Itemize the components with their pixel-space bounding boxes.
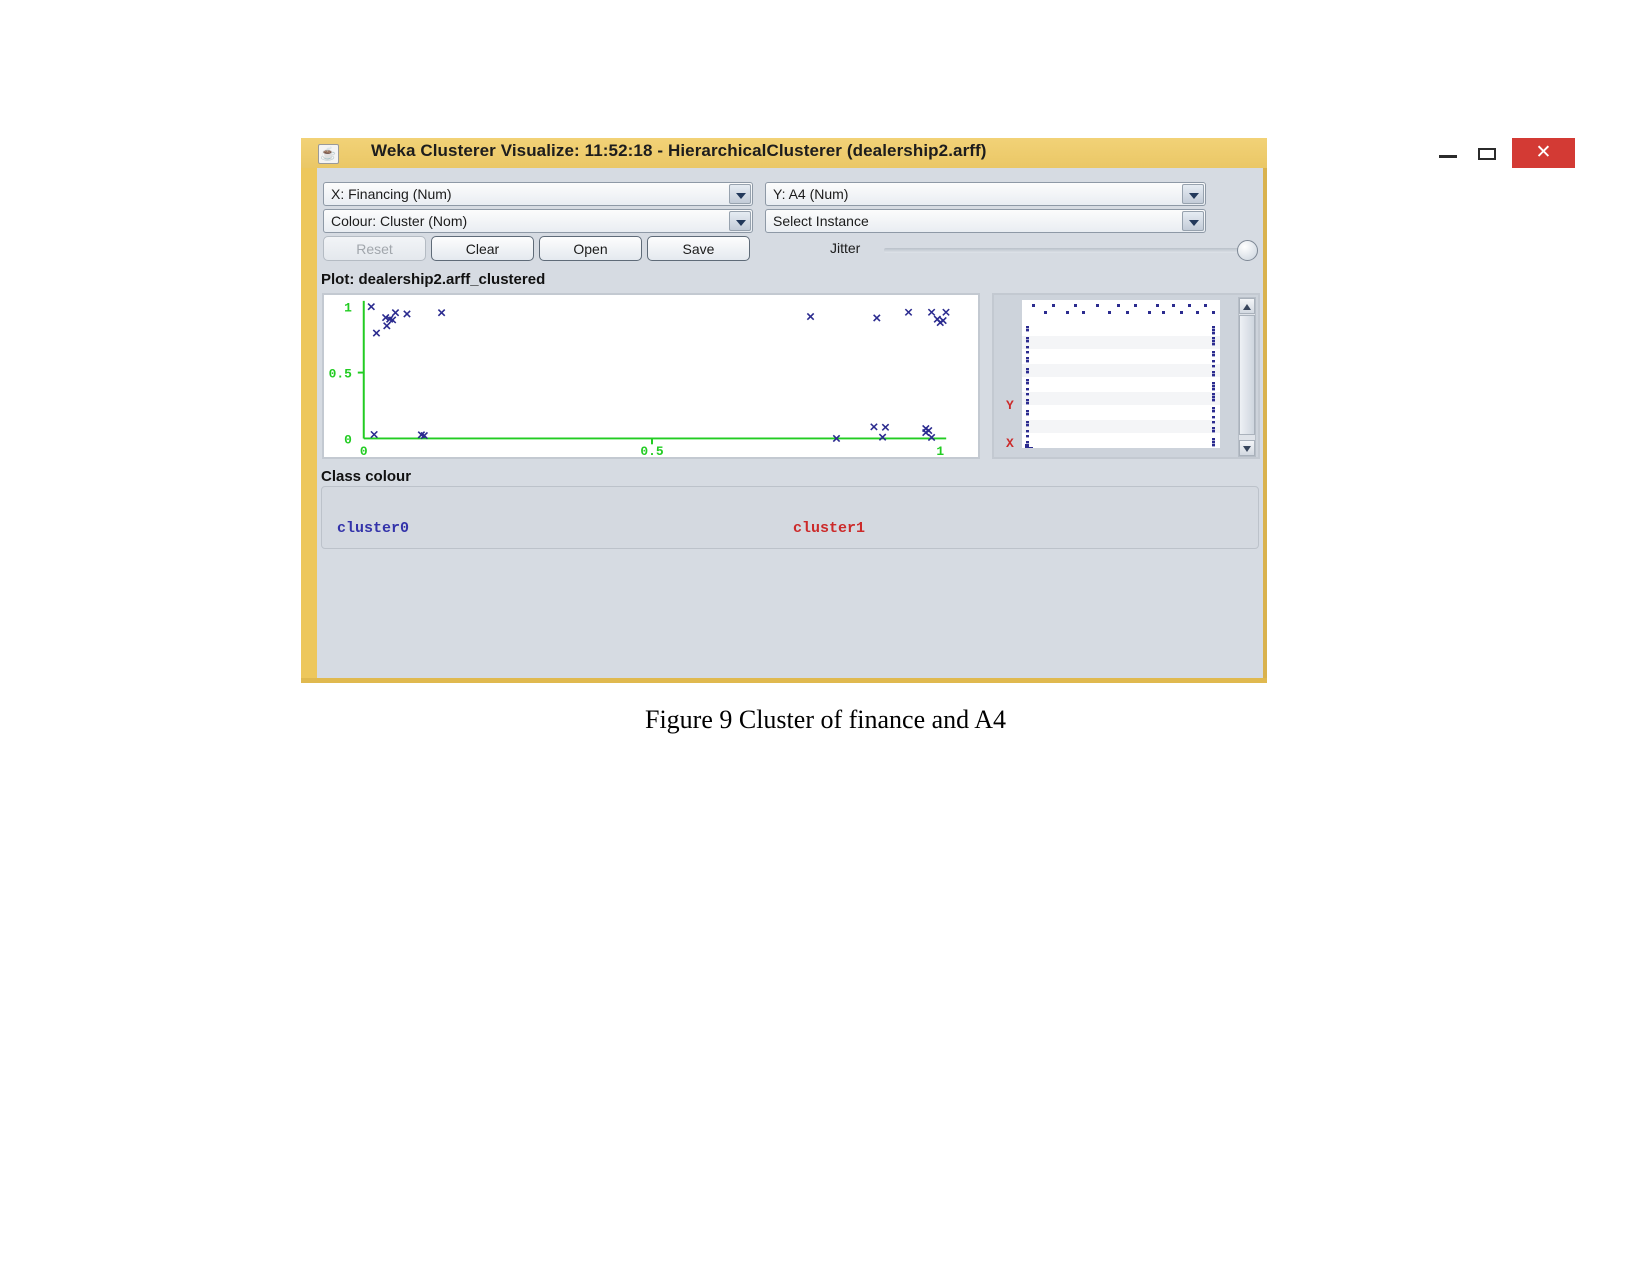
clear-button[interactable]: Clear xyxy=(431,236,534,261)
window-frame-right xyxy=(1263,164,1267,683)
y-axis-selector[interactable]: Y: A4 (Num) xyxy=(765,182,1206,206)
svg-text:0.5: 0.5 xyxy=(329,367,353,382)
svg-text:0: 0 xyxy=(344,432,352,447)
chevron-down-icon[interactable] xyxy=(1182,211,1204,231)
window-title: Weka Clusterer Visualize: 11:52:18 - Hie… xyxy=(371,141,987,160)
svg-text:1: 1 xyxy=(344,301,352,316)
x-axis-selector[interactable]: X: Financing (Num) xyxy=(323,182,753,206)
close-button[interactable]: ✕ xyxy=(1512,138,1575,168)
scrollbar-thumb[interactable] xyxy=(1239,315,1255,435)
jitter-label: Jitter xyxy=(830,240,861,256)
plot-title: Plot: dealership2.arff_clustered xyxy=(321,271,546,288)
chevron-down-icon[interactable] xyxy=(729,184,751,204)
scroll-down-icon[interactable] xyxy=(1239,440,1255,456)
scatter-plot-canvas: 0 0.5 1 0 0.5 1 xyxy=(329,301,950,457)
colour-selector[interactable]: Colour: Cluster (Nom) xyxy=(323,209,753,233)
instance-selector-label: Select Instance xyxy=(773,213,869,229)
attribute-panel-scrollbar[interactable] xyxy=(1238,297,1256,457)
svg-text:0: 0 xyxy=(360,444,368,457)
chevron-down-icon[interactable] xyxy=(729,211,751,231)
plot-area: 0 0.5 1 0 0.5 1 Y X xyxy=(320,290,1260,462)
close-icon: ✕ xyxy=(1535,141,1552,163)
figure-caption: Figure 9 Cluster of finance and A4 xyxy=(644,705,1007,734)
minimize-icon xyxy=(1439,155,1457,158)
scatter-plot[interactable]: 0 0.5 1 0 0.5 1 xyxy=(322,293,980,459)
attribute-strip-panel[interactable]: Y X xyxy=(992,293,1260,459)
class-colour-legend: cluster0 cluster1 xyxy=(321,486,1259,549)
save-button[interactable]: Save xyxy=(647,236,750,261)
legend-item-cluster1[interactable]: cluster1 xyxy=(793,520,865,537)
reset-button[interactable]: Reset xyxy=(323,236,426,261)
jitter-slider-track[interactable] xyxy=(884,248,1250,253)
y-axis-selector-label: Y: A4 (Num) xyxy=(773,186,849,202)
maximize-button[interactable] xyxy=(1469,138,1505,168)
title-bar: ☕ Weka Clusterer Visualize: 11:52:18 - H… xyxy=(301,138,1575,168)
x-attribute-marker: X xyxy=(1006,436,1014,451)
maximize-icon xyxy=(1478,148,1496,160)
chevron-down-icon[interactable] xyxy=(1182,184,1204,204)
window-frame-left xyxy=(301,138,317,683)
weka-clusterer-visualize-window: ☕ Weka Clusterer Visualize: 11:52:18 - H… xyxy=(301,138,1575,683)
y-attribute-marker: Y xyxy=(1006,398,1014,413)
class-colour-heading: Class colour xyxy=(321,468,412,485)
attribute-strip-list xyxy=(1022,300,1220,448)
scroll-up-icon[interactable] xyxy=(1239,298,1255,314)
svg-text:0.5: 0.5 xyxy=(640,444,664,457)
visualize-panel: X: Financing (Num) Colour: Cluster (Nom)… xyxy=(317,168,1263,678)
instance-selector[interactable]: Select Instance xyxy=(765,209,1206,233)
minimize-button[interactable] xyxy=(1431,138,1467,168)
open-button[interactable]: Open xyxy=(539,236,642,261)
jitter-slider-knob[interactable] xyxy=(1237,240,1258,261)
x-axis-selector-label: X: Financing (Num) xyxy=(331,186,452,202)
attribute-strip-canvas xyxy=(1022,304,1220,448)
legend-item-cluster0[interactable]: cluster0 xyxy=(337,520,409,537)
window-frame-bottom xyxy=(301,678,1267,683)
svg-text:1: 1 xyxy=(936,444,944,457)
weka-icon: ☕ xyxy=(318,144,339,164)
colour-selector-label: Colour: Cluster (Nom) xyxy=(331,213,468,229)
